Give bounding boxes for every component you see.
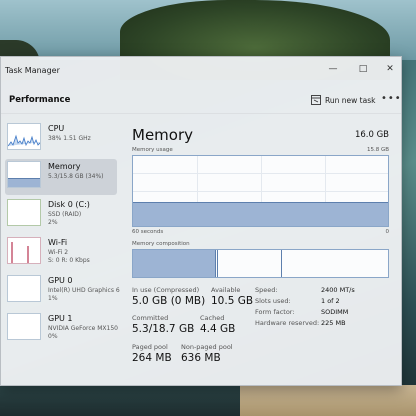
- sidebar-item-memory[interactable]: Memory 5.3/15.8 GB (34%): [5, 159, 117, 195]
- run-new-task-label: Run new task: [325, 95, 376, 105]
- task-manager-window: Task Manager — □ ✕ Performance Run new t…: [0, 56, 402, 386]
- composition-in-use: [133, 250, 215, 277]
- memory-usage-label: Memory usage: [132, 147, 173, 153]
- sidebar-item-usage: 2%: [48, 219, 58, 226]
- memory-panel: Memory 16.0 GB Memory usage 15.8 GB 60 s…: [131, 121, 393, 386]
- memory-usage-graph: [132, 155, 389, 227]
- detail-slots: Slots used: 1 of 2: [255, 297, 340, 305]
- memory-graph-icon: [7, 161, 41, 188]
- sidebar-item-usage: 0%: [48, 333, 58, 340]
- stat-label: Non-paged pool: [181, 343, 233, 351]
- memory-total: 16.0 GB: [354, 130, 389, 140]
- detail-value: 1 of 2: [321, 297, 340, 305]
- stat-label: Committed: [132, 314, 169, 322]
- detail-value: 2400 MT/s: [321, 286, 355, 294]
- sidebar-item-detail: SSD (RAID): [48, 211, 82, 218]
- detail-hardware-reserved: Hardware reserved: 225 MB: [255, 319, 346, 327]
- detail-speed: Speed: 2400 MT/s: [255, 286, 355, 294]
- sidebar-item-label: Disk 0 (C:): [48, 200, 90, 209]
- composition-divider-standby: [217, 250, 219, 277]
- sidebar-item-detail: 5.3/15.8 GB (34%): [48, 173, 104, 180]
- memory-usage-max: 15.8 GB: [366, 147, 389, 153]
- page-title: Performance: [9, 95, 71, 105]
- sidebar-item-gpu0[interactable]: GPU 0 Intel(R) UHD Graphics 6 1%: [5, 273, 120, 309]
- title-bar[interactable]: Task Manager — □ ✕: [1, 57, 401, 85]
- stat-label: Cached: [200, 314, 225, 322]
- memory-composition-label: Memory composition: [132, 241, 190, 247]
- stat-committed: Committed 5.3/18.7 GB: [132, 314, 194, 335]
- stat-value: 264 MB: [132, 352, 172, 364]
- sidebar-item-detail: Wi-Fi 2: [48, 249, 69, 256]
- stat-non-paged-pool: Non-paged pool 636 MB: [181, 343, 233, 364]
- wallpaper-beach: [240, 385, 416, 416]
- minimize-button[interactable]: —: [326, 63, 340, 75]
- maximize-button[interactable]: □: [356, 63, 370, 75]
- sidebar-item-label: Wi-Fi: [48, 238, 68, 247]
- sidebar-item-label: GPU 1: [48, 314, 73, 323]
- performance-sidebar: CPU 38% 1.51 GHz Memory 5.3/15.8 GB (34%…: [3, 121, 123, 386]
- detail-value: 225 MB: [321, 319, 346, 327]
- composition-divider-modified: [214, 250, 216, 277]
- stat-label: Available: [211, 286, 241, 294]
- sidebar-item-cpu[interactable]: CPU 38% 1.51 GHz: [5, 121, 117, 157]
- gpu-graph-icon: [7, 275, 41, 302]
- graph-time-zero: 0: [385, 229, 390, 235]
- stat-label: In use (Compressed): [132, 286, 200, 294]
- stat-value: 5.3/18.7 GB: [132, 323, 195, 335]
- page-header: Performance Run new task •••: [1, 85, 401, 114]
- graph-time-label: 60 seconds: [132, 229, 164, 235]
- window-title: Task Manager: [5, 66, 60, 75]
- close-button[interactable]: ✕: [383, 63, 397, 75]
- sidebar-item-label: GPU 0: [48, 276, 73, 285]
- sidebar-item-throughput: S: 0 R: 0 Kbps: [48, 257, 90, 264]
- stat-label: Paged pool: [132, 343, 168, 351]
- stat-cached: Cached 4.4 GB: [200, 314, 235, 335]
- composition-divider-free: [280, 250, 282, 277]
- sidebar-item-gpu1[interactable]: GPU 1 NVIDIA GeForce MX150 0%: [5, 311, 118, 347]
- memory-usage-fill: [133, 202, 388, 226]
- run-new-task-button[interactable]: Run new task: [311, 93, 375, 107]
- detail-value: SODIMM: [321, 308, 349, 316]
- stat-value: 4.4 GB: [200, 323, 236, 335]
- gpu-graph-icon: [7, 313, 41, 340]
- cpu-graph-icon: [7, 123, 41, 150]
- sidebar-item-disk[interactable]: Disk 0 (C:) SSD (RAID) 2%: [5, 197, 117, 233]
- sidebar-item-detail: Intel(R) UHD Graphics 6: [48, 287, 120, 294]
- detail-label: Form factor:: [255, 308, 295, 316]
- detail-form-factor: Form factor: SODIMM: [255, 308, 348, 316]
- more-options-button[interactable]: •••: [381, 93, 402, 104]
- disk-graph-icon: [7, 199, 41, 226]
- detail-label: Slots used:: [255, 297, 291, 305]
- sidebar-item-wifi[interactable]: Wi-Fi Wi-Fi 2 S: 0 R: 0 Kbps: [5, 235, 117, 271]
- stat-value: 5.0 GB (0 MB): [132, 295, 206, 307]
- detail-label: Speed:: [255, 286, 278, 294]
- memory-composition-bar: [132, 249, 389, 278]
- sidebar-item-detail: NVIDIA GeForce MX150: [48, 325, 118, 332]
- sidebar-item-label: CPU: [48, 124, 65, 133]
- wifi-graph-icon: [7, 237, 41, 264]
- stat-available: Available 10.5 GB: [211, 286, 253, 307]
- stat-paged-pool: Paged pool 264 MB: [132, 343, 172, 364]
- sidebar-item-usage: 1%: [48, 295, 58, 302]
- sidebar-item-label: Memory: [48, 162, 81, 171]
- stat-value: 10.5 GB: [211, 295, 254, 307]
- stat-value: 636 MB: [181, 352, 221, 364]
- memory-title: Memory: [132, 126, 194, 144]
- detail-label: Hardware reserved:: [255, 319, 320, 327]
- stat-in-use: In use (Compressed) 5.0 GB (0 MB): [132, 286, 205, 307]
- run-task-icon: [311, 95, 321, 105]
- sidebar-item-detail: 38% 1.51 GHz: [48, 135, 91, 142]
